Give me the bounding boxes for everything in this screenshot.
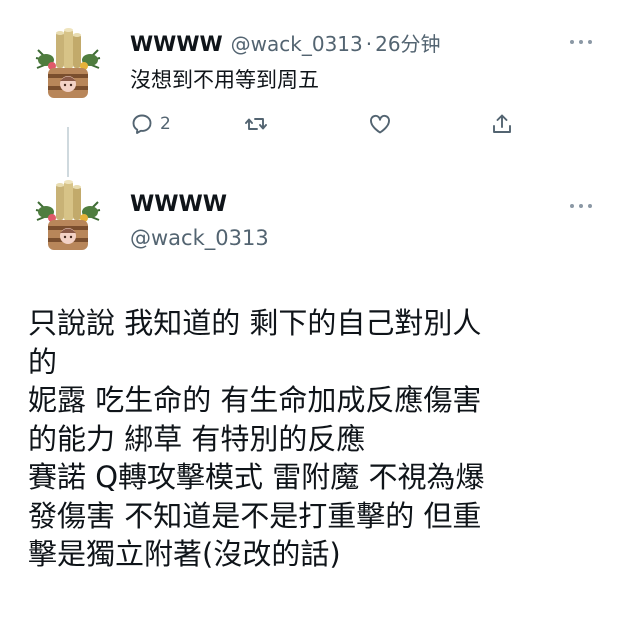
reply-count: 2 — [160, 114, 171, 134]
tweet-text-line: 賽諾 Q轉攻擊模式 雷附魔 不視為爆 — [28, 460, 485, 494]
separator: · — [365, 32, 373, 56]
reply-tweet-text: 沒想到不用等到周五 — [130, 68, 319, 92]
tweet-text-line: 擊是獨立附著(沒改的話) — [28, 537, 341, 571]
avatar[interactable] — [32, 180, 104, 252]
retweet-icon — [245, 118, 267, 130]
share-button[interactable] — [490, 110, 514, 138]
handle[interactable]: @wack_0313 — [130, 226, 269, 250]
reply-button[interactable]: 2 — [130, 110, 171, 138]
tweet-text: 只說說 我知道的 剩下的自己對別人 的 妮露 吃生命的 有生命加成反應傷害 的能… — [28, 304, 618, 574]
more-icon[interactable] — [568, 202, 594, 210]
display-name[interactable]: WWWW — [130, 32, 223, 56]
share-icon — [493, 114, 511, 133]
heart-icon — [370, 114, 390, 134]
handle[interactable]: @wack_0313 — [231, 32, 363, 56]
display-name[interactable]: WWWW — [130, 192, 227, 217]
reply-header: WWWW @wack_0313 · 26分钟 — [130, 28, 441, 57]
tweet-text-line: 只說說 我知道的 剩下的自己對別人 — [28, 306, 482, 340]
action-bar: 2 — [130, 110, 511, 140]
thread-connector-line — [67, 127, 69, 177]
timestamp[interactable]: 26分钟 — [375, 28, 440, 57]
avatar[interactable] — [32, 28, 104, 100]
tweet-text-line: 發傷害 不知道是不是打重擊的 但重 — [28, 498, 482, 533]
like-button[interactable] — [368, 110, 392, 138]
tweet-text-line: 的能力 綁草 有特別的反應 — [28, 421, 366, 456]
tweet-text-line: 妮露 吃生命的 有生命加成反應傷害 — [28, 383, 482, 417]
retweet-button[interactable] — [244, 110, 268, 138]
reply-icon — [132, 114, 152, 134]
more-icon[interactable] — [568, 38, 594, 46]
tweet-text-line: 的 — [28, 344, 58, 379]
